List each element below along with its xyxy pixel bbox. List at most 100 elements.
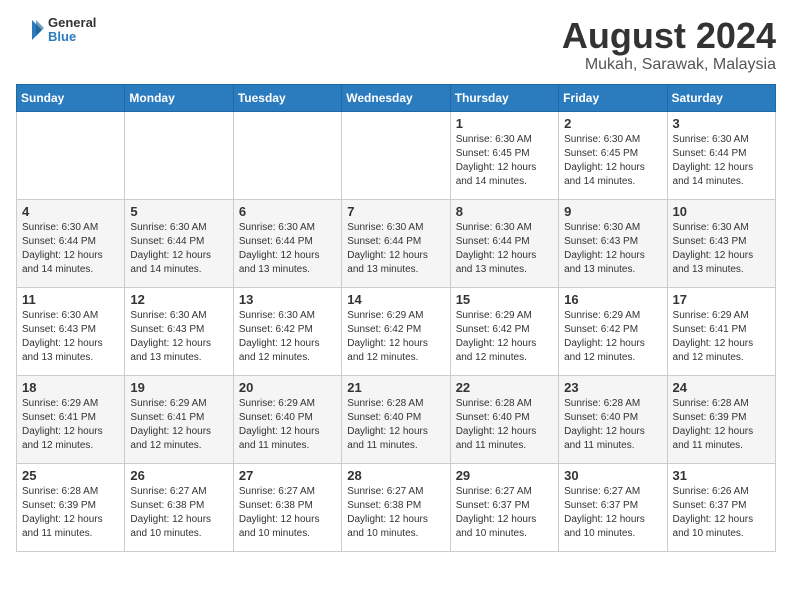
calendar-cell xyxy=(233,111,341,199)
day-number: 6 xyxy=(239,204,336,219)
calendar-cell: 7 Sunrise: 6:30 AM Sunset: 6:44 PM Daylig… xyxy=(342,199,450,287)
day-info: Sunrise: 6:29 AM Sunset: 6:41 PM Dayligh… xyxy=(673,309,770,365)
logo-line1: General xyxy=(48,16,96,30)
day-info: Sunrise: 6:29 AM Sunset: 6:41 PM Dayligh… xyxy=(22,397,119,453)
day-info: Sunrise: 6:27 AM Sunset: 6:38 PM Dayligh… xyxy=(239,485,336,541)
calendar-week-2: 4 Sunrise: 6:30 AM Sunset: 6:44 PM Daylig… xyxy=(17,199,776,287)
calendar-cell: 3Sunrise: 6:30 AM Sunset: 6:44 PM Daylig… xyxy=(667,111,775,199)
day-number: 12 xyxy=(130,292,227,307)
calendar-cell: 30 Sunrise: 6:27 AM Sunset: 6:37 PM Dayli… xyxy=(559,463,667,551)
day-info: Sunrise: 6:30 AM Sunset: 6:44 PM Dayligh… xyxy=(456,221,553,277)
day-number: 21 xyxy=(347,380,444,395)
calendar-cell: 9Sunrise: 6:30 AM Sunset: 6:43 PM Daylig… xyxy=(559,199,667,287)
calendar-cell: 17 Sunrise: 6:29 AM Sunset: 6:41 PM Dayli… xyxy=(667,287,775,375)
day-info: Sunrise: 6:30 AM Sunset: 6:45 PM Dayligh… xyxy=(564,133,661,189)
weekday-header-saturday: Saturday xyxy=(667,84,775,111)
day-number: 16 xyxy=(564,292,661,307)
day-info: Sunrise: 6:30 AM Sunset: 6:43 PM Dayligh… xyxy=(564,221,661,277)
logo-icon xyxy=(16,16,44,44)
calendar-header: SundayMondayTuesdayWednesdayThursdayFrid… xyxy=(17,84,776,111)
calendar-cell: 27 Sunrise: 6:27 AM Sunset: 6:38 PM Dayli… xyxy=(233,463,341,551)
day-number: 20 xyxy=(239,380,336,395)
day-number: 22 xyxy=(456,380,553,395)
calendar-cell: 12 Sunrise: 6:30 AM Sunset: 6:43 PM Dayli… xyxy=(125,287,233,375)
weekday-header-tuesday: Tuesday xyxy=(233,84,341,111)
day-info: Sunrise: 6:27 AM Sunset: 6:38 PM Dayligh… xyxy=(347,485,444,541)
day-number: 3 xyxy=(673,116,770,131)
calendar-cell: 26Sunrise: 6:27 AM Sunset: 6:38 PM Dayli… xyxy=(125,463,233,551)
calendar-cell: 28 Sunrise: 6:27 AM Sunset: 6:38 PM Dayli… xyxy=(342,463,450,551)
day-info: Sunrise: 6:30 AM Sunset: 6:43 PM Dayligh… xyxy=(22,309,119,365)
day-info: Sunrise: 6:28 AM Sunset: 6:40 PM Dayligh… xyxy=(456,397,553,453)
day-number: 14 xyxy=(347,292,444,307)
weekday-header-sunday: Sunday xyxy=(17,84,125,111)
location-subtitle: Mukah, Sarawak, Malaysia xyxy=(562,56,776,74)
day-number: 26 xyxy=(130,468,227,483)
calendar-cell xyxy=(125,111,233,199)
calendar-cell: 18 Sunrise: 6:29 AM Sunset: 6:41 PM Dayli… xyxy=(17,375,125,463)
calendar-cell xyxy=(17,111,125,199)
day-number: 31 xyxy=(673,468,770,483)
calendar-cell: 19Sunrise: 6:29 AM Sunset: 6:41 PM Dayli… xyxy=(125,375,233,463)
logo-line2: Blue xyxy=(48,30,96,44)
day-number: 17 xyxy=(673,292,770,307)
calendar-week-4: 18 Sunrise: 6:29 AM Sunset: 6:41 PM Dayli… xyxy=(17,375,776,463)
calendar-cell: 25Sunrise: 6:28 AM Sunset: 6:39 PM Dayli… xyxy=(17,463,125,551)
calendar-cell: 2 Sunrise: 6:30 AM Sunset: 6:45 PM Daylig… xyxy=(559,111,667,199)
calendar-cell: 13Sunrise: 6:30 AM Sunset: 6:42 PM Dayli… xyxy=(233,287,341,375)
day-info: Sunrise: 6:29 AM Sunset: 6:42 PM Dayligh… xyxy=(564,309,661,365)
day-info: Sunrise: 6:30 AM Sunset: 6:44 PM Dayligh… xyxy=(22,221,119,277)
calendar-cell: 5Sunrise: 6:30 AM Sunset: 6:44 PM Daylig… xyxy=(125,199,233,287)
day-number: 15 xyxy=(456,292,553,307)
day-info: Sunrise: 6:28 AM Sunset: 6:40 PM Dayligh… xyxy=(347,397,444,453)
day-number: 18 xyxy=(22,380,119,395)
calendar-cell: 10 Sunrise: 6:30 AM Sunset: 6:43 PM Dayli… xyxy=(667,199,775,287)
day-info: Sunrise: 6:29 AM Sunset: 6:40 PM Dayligh… xyxy=(239,397,336,453)
day-info: Sunrise: 6:26 AM Sunset: 6:37 PM Dayligh… xyxy=(673,485,770,541)
day-info: Sunrise: 6:30 AM Sunset: 6:44 PM Dayligh… xyxy=(130,221,227,277)
calendar-cell: 11 Sunrise: 6:30 AM Sunset: 6:43 PM Dayli… xyxy=(17,287,125,375)
day-number: 2 xyxy=(564,116,661,131)
calendar-cell: 24Sunrise: 6:28 AM Sunset: 6:39 PM Dayli… xyxy=(667,375,775,463)
day-number: 29 xyxy=(456,468,553,483)
day-info: Sunrise: 6:27 AM Sunset: 6:37 PM Dayligh… xyxy=(564,485,661,541)
day-info: Sunrise: 6:30 AM Sunset: 6:43 PM Dayligh… xyxy=(673,221,770,277)
calendar-table: SundayMondayTuesdayWednesdayThursdayFrid… xyxy=(16,84,776,552)
day-number: 30 xyxy=(564,468,661,483)
calendar-cell: 15 Sunrise: 6:29 AM Sunset: 6:42 PM Dayli… xyxy=(450,287,558,375)
day-info: Sunrise: 6:30 AM Sunset: 6:43 PM Dayligh… xyxy=(130,309,227,365)
day-number: 27 xyxy=(239,468,336,483)
day-number: 4 xyxy=(22,204,119,219)
day-number: 24 xyxy=(673,380,770,395)
calendar-cell: 29 Sunrise: 6:27 AM Sunset: 6:37 PM Dayli… xyxy=(450,463,558,551)
calendar-cell: 16 Sunrise: 6:29 AM Sunset: 6:42 PM Dayli… xyxy=(559,287,667,375)
day-info: Sunrise: 6:29 AM Sunset: 6:42 PM Dayligh… xyxy=(347,309,444,365)
day-info: Sunrise: 6:29 AM Sunset: 6:42 PM Dayligh… xyxy=(456,309,553,365)
day-number: 7 xyxy=(347,204,444,219)
calendar-cell: 8Sunrise: 6:30 AM Sunset: 6:44 PM Daylig… xyxy=(450,199,558,287)
title-area: August 2024 Mukah, Sarawak, Malaysia xyxy=(562,16,776,74)
day-number: 10 xyxy=(673,204,770,219)
day-info: Sunrise: 6:28 AM Sunset: 6:40 PM Dayligh… xyxy=(564,397,661,453)
calendar-cell: 31 Sunrise: 6:26 AM Sunset: 6:37 PM Dayli… xyxy=(667,463,775,551)
day-info: Sunrise: 6:30 AM Sunset: 6:44 PM Dayligh… xyxy=(347,221,444,277)
calendar-cell: 22 Sunrise: 6:28 AM Sunset: 6:40 PM Dayli… xyxy=(450,375,558,463)
day-info: Sunrise: 6:30 AM Sunset: 6:45 PM Dayligh… xyxy=(456,133,553,189)
calendar-week-1: 1 Sunrise: 6:30 AM Sunset: 6:45 PM Daylig… xyxy=(17,111,776,199)
day-number: 1 xyxy=(456,116,553,131)
calendar-body: 1 Sunrise: 6:30 AM Sunset: 6:45 PM Daylig… xyxy=(17,111,776,551)
page-header: General Blue August 2024 Mukah, Sarawak,… xyxy=(16,16,776,74)
calendar-week-3: 11 Sunrise: 6:30 AM Sunset: 6:43 PM Dayli… xyxy=(17,287,776,375)
calendar-cell: 14 Sunrise: 6:29 AM Sunset: 6:42 PM Dayli… xyxy=(342,287,450,375)
day-number: 11 xyxy=(22,292,119,307)
weekday-header-thursday: Thursday xyxy=(450,84,558,111)
weekday-header-monday: Monday xyxy=(125,84,233,111)
day-number: 28 xyxy=(347,468,444,483)
weekday-header-wednesday: Wednesday xyxy=(342,84,450,111)
calendar-cell: 6 Sunrise: 6:30 AM Sunset: 6:44 PM Daylig… xyxy=(233,199,341,287)
calendar-cell: 1 Sunrise: 6:30 AM Sunset: 6:45 PM Daylig… xyxy=(450,111,558,199)
day-info: Sunrise: 6:30 AM Sunset: 6:44 PM Dayligh… xyxy=(239,221,336,277)
day-info: Sunrise: 6:27 AM Sunset: 6:37 PM Dayligh… xyxy=(456,485,553,541)
calendar-cell: 4 Sunrise: 6:30 AM Sunset: 6:44 PM Daylig… xyxy=(17,199,125,287)
month-year-title: August 2024 xyxy=(562,16,776,56)
